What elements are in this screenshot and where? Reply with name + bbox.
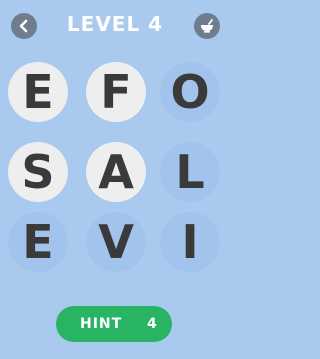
letter-tile[interactable]: I: [160, 212, 220, 272]
back-button[interactable]: [11, 13, 37, 39]
letter-tile[interactable]: S: [8, 142, 68, 202]
header: LEVEL 4: [0, 0, 230, 52]
letter-tile[interactable]: O: [160, 62, 220, 122]
bowl-icon: [201, 19, 213, 33]
hint-button[interactable]: HINT 4: [56, 306, 172, 342]
hint-label: HINT: [80, 316, 123, 332]
chevron-left-icon: [19, 19, 28, 33]
letter-tile[interactable]: F: [86, 62, 146, 122]
menu-button[interactable]: [194, 13, 220, 39]
letter-tile[interactable]: V: [86, 212, 146, 272]
letter-tile[interactable]: E: [8, 62, 68, 122]
letter-tile[interactable]: L: [160, 142, 220, 202]
letter-tile[interactable]: E: [8, 212, 68, 272]
hint-count: 4: [147, 316, 157, 332]
level-title: LEVEL 4: [66, 12, 164, 36]
letter-tile[interactable]: A: [86, 142, 146, 202]
letter-grid: E F O S A L E V I: [0, 62, 230, 282]
